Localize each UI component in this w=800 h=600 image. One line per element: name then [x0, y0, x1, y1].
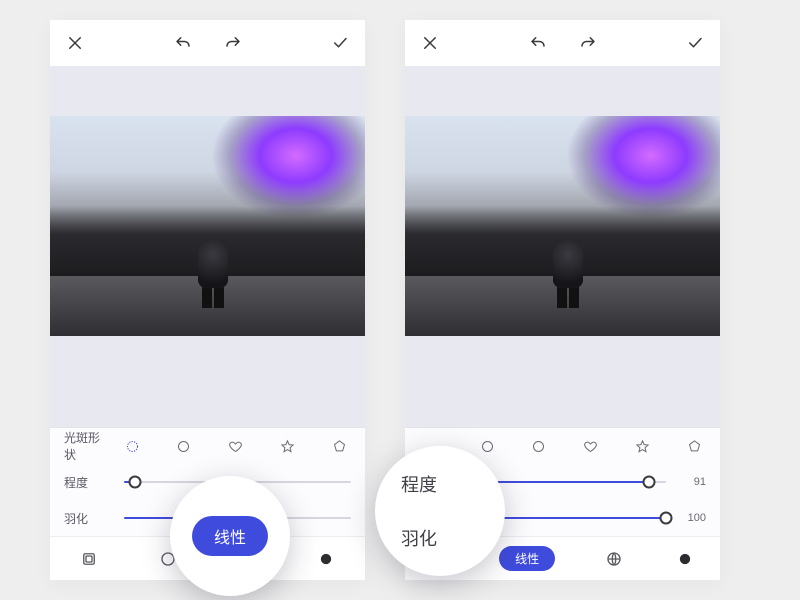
tab-dot-icon[interactable]: [673, 547, 697, 571]
feather-slider[interactable]: [479, 517, 666, 519]
magnifier-bubble-labels: 程度 羽化: [375, 446, 505, 576]
phone-left: 光斑形状 程度 羽化: [50, 20, 365, 580]
shape-star-icon[interactable]: [634, 438, 650, 454]
tab-square-icon[interactable]: [77, 547, 101, 571]
shape-label: 光斑形状: [64, 429, 110, 463]
topbar: [50, 20, 365, 66]
magnifier-bubble-pill: 线性: [170, 476, 290, 596]
shape-pentagon-icon[interactable]: [331, 438, 347, 454]
redo-icon[interactable]: [222, 32, 244, 54]
feather-value: 100: [680, 512, 706, 524]
undo-icon[interactable]: [527, 32, 549, 54]
confirm-icon[interactable]: [329, 32, 351, 54]
shape-circle-dashed-icon[interactable]: [124, 438, 140, 454]
shape-pentagon-icon[interactable]: [686, 438, 702, 454]
confirm-icon[interactable]: [684, 32, 706, 54]
close-icon[interactable]: [419, 32, 441, 54]
photo-preview[interactable]: [50, 116, 365, 336]
shape-star-icon[interactable]: [279, 438, 295, 454]
phone-right: 91 100 线性 程度 羽化: [405, 20, 720, 580]
topbar: [405, 20, 720, 66]
photo-preview[interactable]: [405, 116, 720, 336]
bubble-amount-label: 程度: [401, 471, 437, 497]
close-icon[interactable]: [64, 32, 86, 54]
shape-row: 光斑形状: [50, 428, 365, 464]
amount-slider[interactable]: [479, 481, 666, 483]
tab-globe-icon[interactable]: [602, 547, 626, 571]
bubble-feather-label: 羽化: [401, 525, 437, 551]
redo-icon[interactable]: [577, 32, 599, 54]
pill-zoom: 线性: [192, 516, 268, 556]
amount-value: 91: [680, 476, 706, 488]
shape-circle-icon[interactable]: [531, 438, 547, 454]
active-pill[interactable]: 线性: [499, 546, 555, 571]
shape-circle-icon[interactable]: [479, 438, 495, 454]
shape-heart-icon[interactable]: [228, 438, 244, 454]
shape-heart-icon[interactable]: [583, 438, 599, 454]
undo-icon[interactable]: [172, 32, 194, 54]
tab-dot-icon[interactable]: [314, 547, 338, 571]
amount-label: 程度: [64, 474, 110, 491]
feather-label: 羽化: [64, 510, 110, 527]
shape-circle-icon[interactable]: [176, 438, 192, 454]
